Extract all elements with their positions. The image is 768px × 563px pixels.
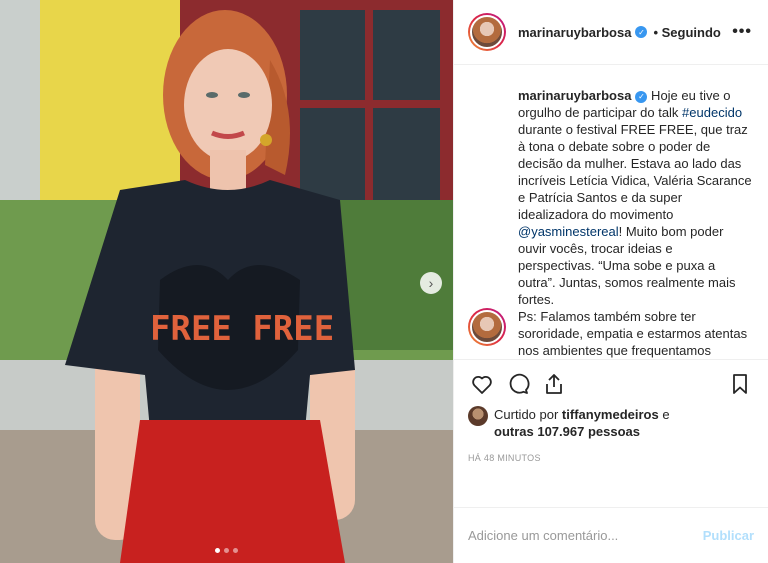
bookmark-icon[interactable]: [726, 370, 754, 398]
hashtag-link[interactable]: #eudecido: [682, 105, 742, 120]
post-media[interactable]: FREE FREE ›: [0, 0, 453, 563]
caption: marinaruybarbosa ✓ Hoje eu tive o orgulho…: [468, 87, 752, 308]
carousel-dot: [224, 548, 229, 553]
follow-status[interactable]: • Seguindo: [653, 25, 720, 40]
post-actions: Curtido por tiffanymedeiros e outras 107…: [454, 359, 768, 507]
mention-link[interactable]: @yasminestereal: [518, 224, 619, 239]
post-header: marinaruybarbosa ✓ • Seguindo •••: [454, 0, 768, 65]
instagram-post: FREE FREE › marinaruybarbosa ✓ • Seguind…: [0, 0, 768, 563]
post-timestamp[interactable]: HÁ 48 MINUTOS: [468, 453, 754, 463]
caption-author[interactable]: marinaruybarbosa: [518, 88, 631, 103]
avatar[interactable]: [468, 406, 488, 426]
likes-count-link[interactable]: outras 107.967 pessoas: [494, 424, 640, 439]
carousel-dot: [215, 548, 220, 553]
verified-badge-icon: ✓: [635, 26, 648, 38]
avatar[interactable]: [468, 308, 506, 346]
avatar[interactable]: [468, 13, 506, 51]
add-comment-bar: Publicar: [454, 507, 768, 563]
post-photo: FREE FREE: [0, 0, 453, 563]
carousel-dot: [233, 548, 238, 553]
ellipsis-icon[interactable]: •••: [732, 23, 752, 41]
comment-icon[interactable]: [504, 370, 532, 398]
likes-prefix: Curtido por: [494, 407, 562, 422]
chevron-right-icon: ›: [428, 275, 434, 291]
caption-ps-row: Ps: Falamos também sobre ter sororidade,…: [468, 308, 752, 359]
caption-ps: Ps: Falamos também sobre ter sororidade,…: [518, 309, 748, 358]
carousel-next-button[interactable]: ›: [420, 272, 442, 294]
post-sidebar: marinaruybarbosa ✓ • Seguindo ••• marina…: [453, 0, 768, 563]
carousel-dots: [0, 548, 453, 553]
share-icon[interactable]: [540, 370, 568, 398]
liker-link[interactable]: tiffanymedeiros: [562, 407, 659, 422]
shirt-print: FREE FREE: [150, 309, 334, 349]
caption-text: marinaruybarbosa ✓ Hoje eu tive o orgulho…: [518, 87, 752, 308]
heart-icon[interactable]: [468, 370, 496, 398]
publish-button[interactable]: Publicar: [703, 528, 754, 543]
caption-part: durante o festival FREE FREE, que traz à…: [518, 122, 752, 222]
comment-input[interactable]: [468, 528, 703, 543]
action-icons: [468, 368, 754, 400]
username-link[interactable]: marinaruybarbosa: [518, 25, 631, 40]
follow-status-label: Seguindo: [661, 24, 721, 40]
likes-connector: e: [658, 407, 670, 422]
comments-area[interactable]: marinaruybarbosa ✓ Hoje eu tive o orgulho…: [454, 65, 768, 359]
likes-summary: Curtido por tiffanymedeiros e outras 107…: [468, 406, 754, 440]
verified-badge-icon: ✓: [635, 90, 648, 103]
